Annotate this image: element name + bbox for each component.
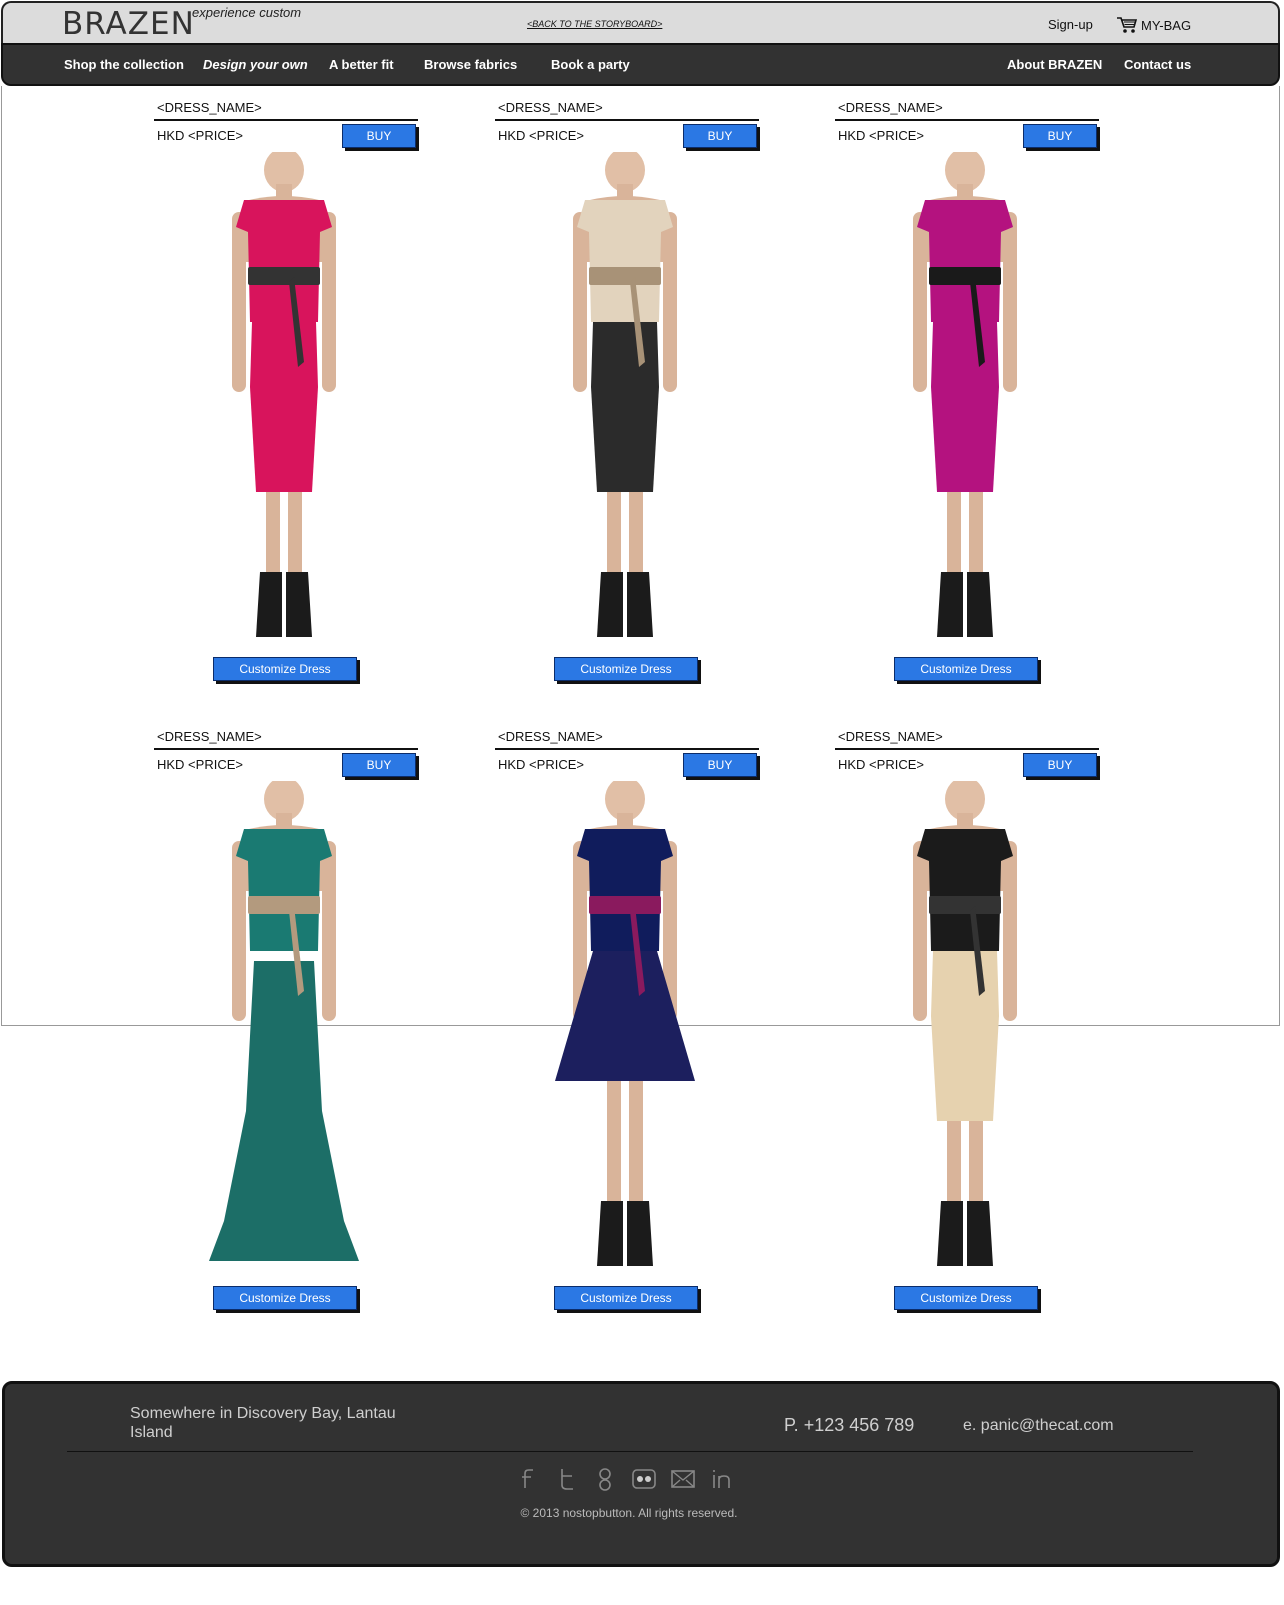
product-name[interactable]: <DRESS_NAME> (838, 100, 943, 115)
nav-browse-fabrics[interactable]: Browse fabrics (424, 57, 517, 72)
flickr-icon[interactable] (632, 1466, 656, 1492)
product-card: <DRESS_NAME> HKD <PRICE> BUY Customize D… (154, 100, 419, 690)
nav-contact[interactable]: Contact us (1124, 57, 1191, 72)
customize-dress-button[interactable]: Customize Dress (894, 1286, 1038, 1310)
dress-model-image[interactable] (535, 781, 715, 1271)
product-card: <DRESS_NAME> HKD <PRICE> BUY Customize D… (835, 100, 1100, 690)
dress-model-image[interactable] (875, 152, 1055, 642)
buy-button[interactable]: BUY (683, 124, 757, 148)
product-divider (154, 748, 418, 750)
mail-icon[interactable] (671, 1466, 695, 1492)
my-bag-link[interactable]: MY-BAG (1116, 16, 1191, 34)
product-price: HKD <PRICE> (157, 128, 243, 143)
twitter-icon[interactable] (554, 1466, 578, 1492)
product-divider (154, 119, 418, 121)
product-card: <DRESS_NAME> HKD <PRICE> BUY Customize D… (835, 729, 1100, 1319)
nav-design-your-own[interactable]: Design your own (203, 57, 308, 72)
my-bag-label: MY-BAG (1141, 17, 1192, 33)
footer-phone: P. +123 456 789 (784, 1415, 915, 1435)
dress-model-image[interactable] (194, 152, 374, 642)
footer-address: Somewhere in Discovery Bay, Lantau Islan… (130, 1405, 396, 1441)
product-divider (835, 748, 1099, 750)
linkedin-icon[interactable] (710, 1466, 734, 1492)
footer-divider (67, 1451, 1193, 1452)
product-card: <DRESS_NAME> HKD <PRICE> BUY Customize D… (154, 729, 419, 1319)
google-icon[interactable] (593, 1466, 617, 1492)
product-divider (835, 119, 1099, 121)
social-links (515, 1466, 734, 1492)
product-price: HKD <PRICE> (838, 757, 924, 772)
buy-button[interactable]: BUY (683, 753, 757, 777)
facebook-icon[interactable] (515, 1466, 539, 1492)
signup-link[interactable]: Sign-up (1048, 17, 1093, 32)
footer-email[interactable]: e. panic@thecat.com (963, 1417, 1114, 1435)
product-name[interactable]: <DRESS_NAME> (157, 100, 262, 115)
customize-dress-button[interactable]: Customize Dress (894, 657, 1038, 681)
product-name[interactable]: <DRESS_NAME> (838, 729, 943, 744)
customize-dress-button[interactable]: Customize Dress (213, 657, 357, 681)
product-card: <DRESS_NAME> HKD <PRICE> BUY Customize D… (495, 729, 760, 1319)
nav-better-fit[interactable]: A better fit (329, 57, 394, 72)
product-price: HKD <PRICE> (498, 128, 584, 143)
product-name[interactable]: <DRESS_NAME> (498, 100, 603, 115)
buy-button[interactable]: BUY (1023, 124, 1097, 148)
nav-shop-collection[interactable]: Shop the collection (64, 57, 184, 72)
cart-icon (1117, 17, 1138, 33)
product-price: HKD <PRICE> (157, 757, 243, 772)
dress-model-image[interactable] (194, 781, 374, 1271)
buy-button[interactable]: BUY (342, 124, 416, 148)
product-price: HKD <PRICE> (498, 757, 584, 772)
product-name[interactable]: <DRESS_NAME> (498, 729, 603, 744)
site-footer: Somewhere in Discovery Bay, Lantau Islan… (2, 1381, 1280, 1567)
nav-book-party[interactable]: Book a party (551, 57, 630, 72)
footer-copyright: © 2013 nostopbutton. All rights reserved… (520, 1506, 738, 1520)
dress-model-image[interactable] (875, 781, 1055, 1271)
product-divider (495, 119, 759, 121)
product-card: <DRESS_NAME> HKD <PRICE> BUY Customize D… (495, 100, 760, 690)
dress-model-image[interactable] (535, 152, 715, 642)
customize-dress-button[interactable]: Customize Dress (554, 1286, 698, 1310)
customize-dress-button[interactable]: Customize Dress (554, 657, 698, 681)
customize-dress-button[interactable]: Customize Dress (213, 1286, 357, 1310)
top-header-bar: BRAZEN experience custom <BACK TO THE ST… (1, 1, 1280, 43)
product-divider (495, 748, 759, 750)
product-name[interactable]: <DRESS_NAME> (157, 729, 262, 744)
product-price: HKD <PRICE> (838, 128, 924, 143)
buy-button[interactable]: BUY (342, 753, 416, 777)
nav-about[interactable]: About BRAZEN (1007, 57, 1102, 72)
brand-logo[interactable]: BRAZEN (62, 6, 195, 42)
brand-tagline: experience custom (192, 5, 302, 20)
back-to-storyboard-link[interactable]: <BACK TO THE STORYBOARD> (527, 19, 662, 29)
buy-button[interactable]: BUY (1023, 753, 1097, 777)
main-nav: Shop the collection Design your own A be… (1, 43, 1280, 86)
